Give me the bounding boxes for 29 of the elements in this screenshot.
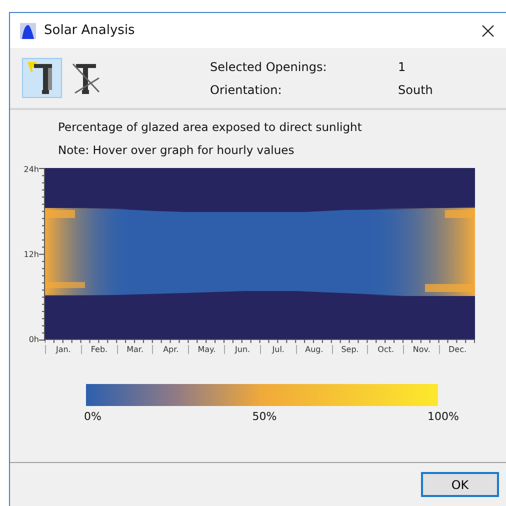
- month-label: Jun.: [224, 345, 260, 354]
- window-title: Solar Analysis: [44, 23, 136, 38]
- month-label: Oct.: [367, 345, 404, 354]
- month-label: Jul.: [260, 345, 296, 354]
- info-label: Orientation:: [210, 82, 283, 96]
- app-icon: [20, 22, 36, 38]
- scale-label: 50%: [252, 410, 277, 423]
- month-label: Mar.: [116, 345, 152, 354]
- close-icon[interactable]: [482, 24, 494, 36]
- axis-label: 24h: [24, 165, 39, 174]
- month-label: Nov.: [403, 345, 440, 354]
- month-label: Aug.: [296, 345, 332, 354]
- month-label: Sep.: [332, 345, 368, 354]
- info-label: Selected Openings:: [210, 60, 328, 74]
- note-text: Note: Hover over graph for hourly values: [58, 143, 296, 159]
- ok-button[interactable]: OK: [421, 472, 499, 497]
- info-value: South: [398, 82, 433, 96]
- scale-label: 100%: [428, 410, 459, 423]
- description-text: Percentage of glazed area exposed to direct sunlight: [58, 120, 363, 136]
- axis-label: 0h: [28, 335, 39, 344]
- sun-column-tool[interactable]: [22, 58, 62, 98]
- info-value: 1: [398, 60, 407, 74]
- month-label: May.: [188, 345, 224, 354]
- scale-label: 0%: [84, 410, 102, 423]
- month-label: Apr.: [152, 345, 188, 354]
- month-label: Feb.: [80, 345, 117, 354]
- axis-label: 12h: [24, 250, 39, 259]
- month-label: Dec.: [439, 345, 475, 354]
- month-label: Jan.: [45, 345, 81, 354]
